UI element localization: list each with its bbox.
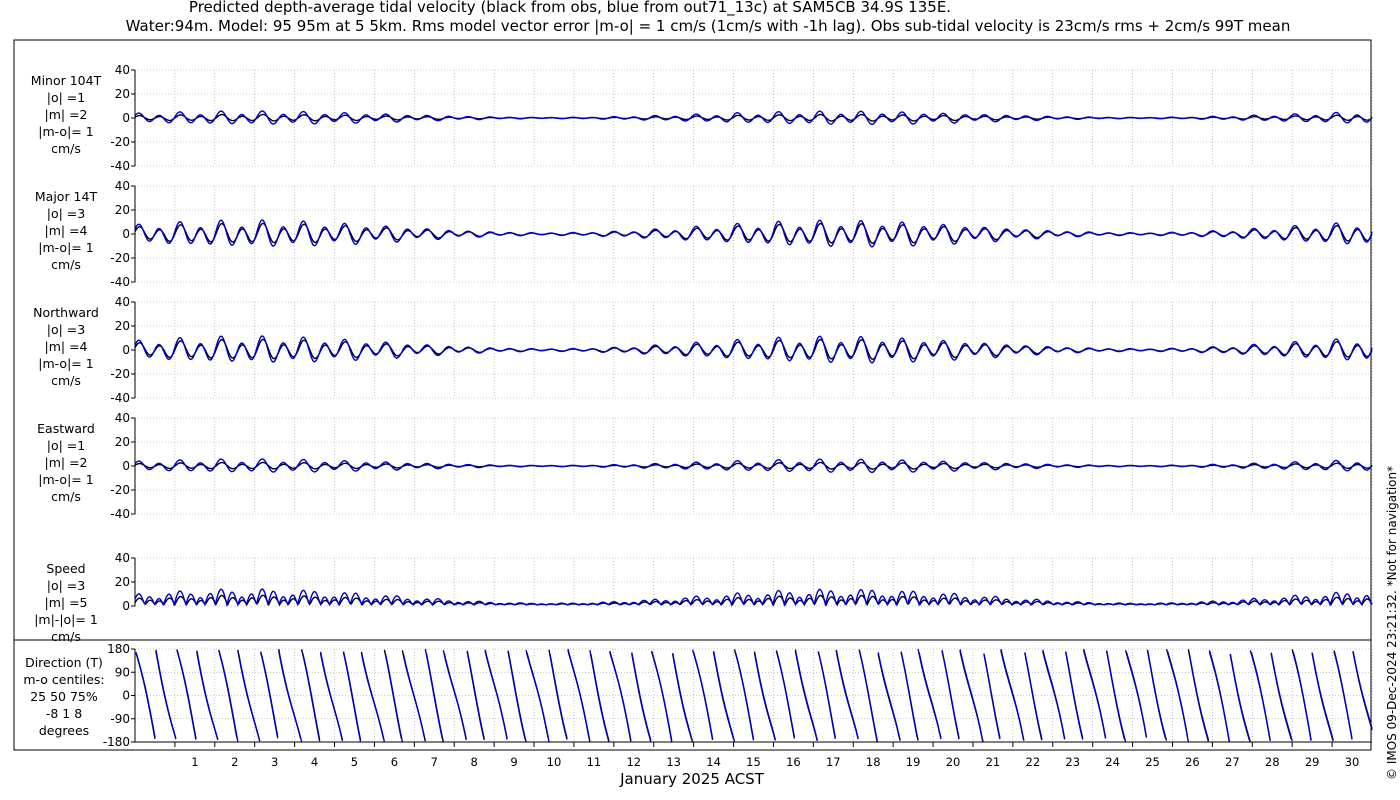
model-series-line bbox=[134, 219, 1373, 248]
x-tick-label: 20 bbox=[946, 755, 961, 769]
x-tick-label: 27 bbox=[1225, 755, 1240, 769]
panel-label-line: cm/s bbox=[51, 141, 81, 156]
x-tick-label: 9 bbox=[510, 755, 517, 769]
panel-label-line: cm/s bbox=[51, 489, 81, 504]
x-tick-label: 14 bbox=[706, 755, 721, 769]
x-tick-label: 4 bbox=[311, 755, 318, 769]
y-tick-label: 40 bbox=[115, 551, 130, 565]
panel-label-line: Major 14T bbox=[35, 189, 98, 204]
x-tick-label: 28 bbox=[1265, 755, 1280, 769]
y-tick-label: -20 bbox=[110, 251, 130, 265]
x-tick-label: 6 bbox=[391, 755, 398, 769]
y-tick-label: 0 bbox=[122, 111, 130, 125]
panel-label-line: |o| =3 bbox=[47, 322, 85, 337]
x-tick-label: 12 bbox=[626, 755, 641, 769]
y-tick-label: 0 bbox=[122, 343, 130, 357]
x-tick-label: 13 bbox=[666, 755, 681, 769]
panel-label-line: |m-o|= 1 bbox=[38, 356, 93, 371]
panel-label-line: degrees bbox=[39, 723, 89, 738]
y-tick-label: 20 bbox=[115, 575, 130, 589]
x-axis-label: January 2025 ACST bbox=[619, 770, 765, 788]
y-tick-label: 20 bbox=[115, 203, 130, 217]
panel-label-line: |o| =1 bbox=[47, 90, 85, 105]
x-tick-label: 16 bbox=[786, 755, 801, 769]
panel-label-line: |m-o|= 1 bbox=[38, 124, 93, 139]
y-tick-label: -40 bbox=[110, 391, 130, 405]
copyright-credit: © IMOS 09-Dec-2024 23:21:32. *Not for na… bbox=[1385, 465, 1399, 780]
y-tick-label: -40 bbox=[110, 507, 130, 521]
panel-label-line: m-o centiles: bbox=[23, 672, 104, 687]
panel-label-line: 25 50 75% bbox=[30, 689, 98, 704]
y-tick-label: 90 bbox=[115, 665, 130, 679]
y-tick-label: -20 bbox=[110, 367, 130, 381]
y-tick-label: -40 bbox=[110, 275, 130, 289]
x-tick-label: 21 bbox=[986, 755, 1001, 769]
x-tick-label: 22 bbox=[1026, 755, 1041, 769]
panel-label-line: Direction (T) bbox=[25, 655, 103, 670]
y-tick-label: -20 bbox=[110, 135, 130, 149]
tidal-velocity-chart: -40-2002040Minor 104T|o| =1|m| =2|m-o|= … bbox=[13, 39, 1373, 788]
panel-label-line: |m| =2 bbox=[45, 455, 88, 470]
x-tick-label: 29 bbox=[1305, 755, 1320, 769]
panel-label-line: |o| =1 bbox=[47, 438, 85, 453]
figure-frame bbox=[13, 39, 1372, 751]
x-tick-label: 18 bbox=[866, 755, 881, 769]
model-series-line bbox=[134, 588, 1373, 608]
panel-label-line: |o| =3 bbox=[47, 206, 85, 221]
panel-label-line: |m|-|o|= 1 bbox=[34, 612, 98, 627]
x-tick-label: 30 bbox=[1345, 755, 1360, 769]
y-tick-label: 40 bbox=[115, 295, 130, 309]
panel-label-line: |m| =4 bbox=[45, 339, 88, 354]
x-tick-label: 7 bbox=[431, 755, 438, 769]
model-series-line bbox=[134, 335, 1373, 364]
direction-frame bbox=[13, 639, 1372, 751]
x-tick-label: 15 bbox=[746, 755, 761, 769]
y-tick-label: 180 bbox=[107, 642, 130, 656]
model-series-line bbox=[134, 110, 1373, 126]
model-series-line bbox=[134, 458, 1373, 474]
y-tick-label: -90 bbox=[110, 712, 130, 726]
x-tick-label: 24 bbox=[1105, 755, 1120, 769]
x-tick-label: 1 bbox=[191, 755, 198, 769]
panel-label-line: Speed bbox=[46, 561, 85, 576]
x-tick-label: 2 bbox=[231, 755, 238, 769]
y-tick-label: 40 bbox=[115, 63, 130, 77]
panel-label-line: -8 1 8 bbox=[46, 706, 82, 721]
panel-label-line: cm/s bbox=[51, 629, 81, 644]
y-tick-label: 20 bbox=[115, 435, 130, 449]
panel-label-line: Northward bbox=[33, 305, 99, 320]
y-tick-label: 0 bbox=[122, 227, 130, 241]
y-tick-label: 40 bbox=[115, 179, 130, 193]
panel-label-line: Eastward bbox=[37, 421, 95, 436]
x-tick-label: 17 bbox=[826, 755, 841, 769]
x-tick-label: 5 bbox=[351, 755, 358, 769]
panel-label-line: |o| =3 bbox=[47, 578, 85, 593]
y-tick-label: 20 bbox=[115, 87, 130, 101]
x-tick-label: 8 bbox=[471, 755, 478, 769]
panel-label-line: Minor 104T bbox=[31, 73, 102, 88]
y-tick-label: 0 bbox=[122, 599, 130, 613]
x-tick-label: 10 bbox=[547, 755, 562, 769]
y-tick-label: 40 bbox=[115, 411, 130, 425]
panel-label-line: |m| =4 bbox=[45, 223, 88, 238]
y-tick-label: -20 bbox=[110, 483, 130, 497]
x-tick-label: 19 bbox=[906, 755, 921, 769]
x-tick-label: 26 bbox=[1185, 755, 1200, 769]
y-tick-label: -180 bbox=[103, 735, 130, 749]
panel-label-line: |m| =2 bbox=[45, 107, 88, 122]
x-tick-label: 3 bbox=[271, 755, 278, 769]
y-tick-label: -40 bbox=[110, 159, 130, 173]
panel-label-line: |m-o|= 1 bbox=[38, 240, 93, 255]
x-tick-label: 11 bbox=[587, 755, 602, 769]
y-tick-label: 0 bbox=[122, 459, 130, 473]
y-tick-label: 20 bbox=[115, 319, 130, 333]
panel-label-line: cm/s bbox=[51, 373, 81, 388]
x-tick-label: 23 bbox=[1065, 755, 1080, 769]
panel-label-line: |m-o|= 1 bbox=[38, 472, 93, 487]
y-tick-label: 0 bbox=[122, 689, 130, 703]
panel-label-line: cm/s bbox=[51, 257, 81, 272]
panel-label-line: |m| =5 bbox=[45, 595, 88, 610]
x-tick-label: 25 bbox=[1145, 755, 1160, 769]
